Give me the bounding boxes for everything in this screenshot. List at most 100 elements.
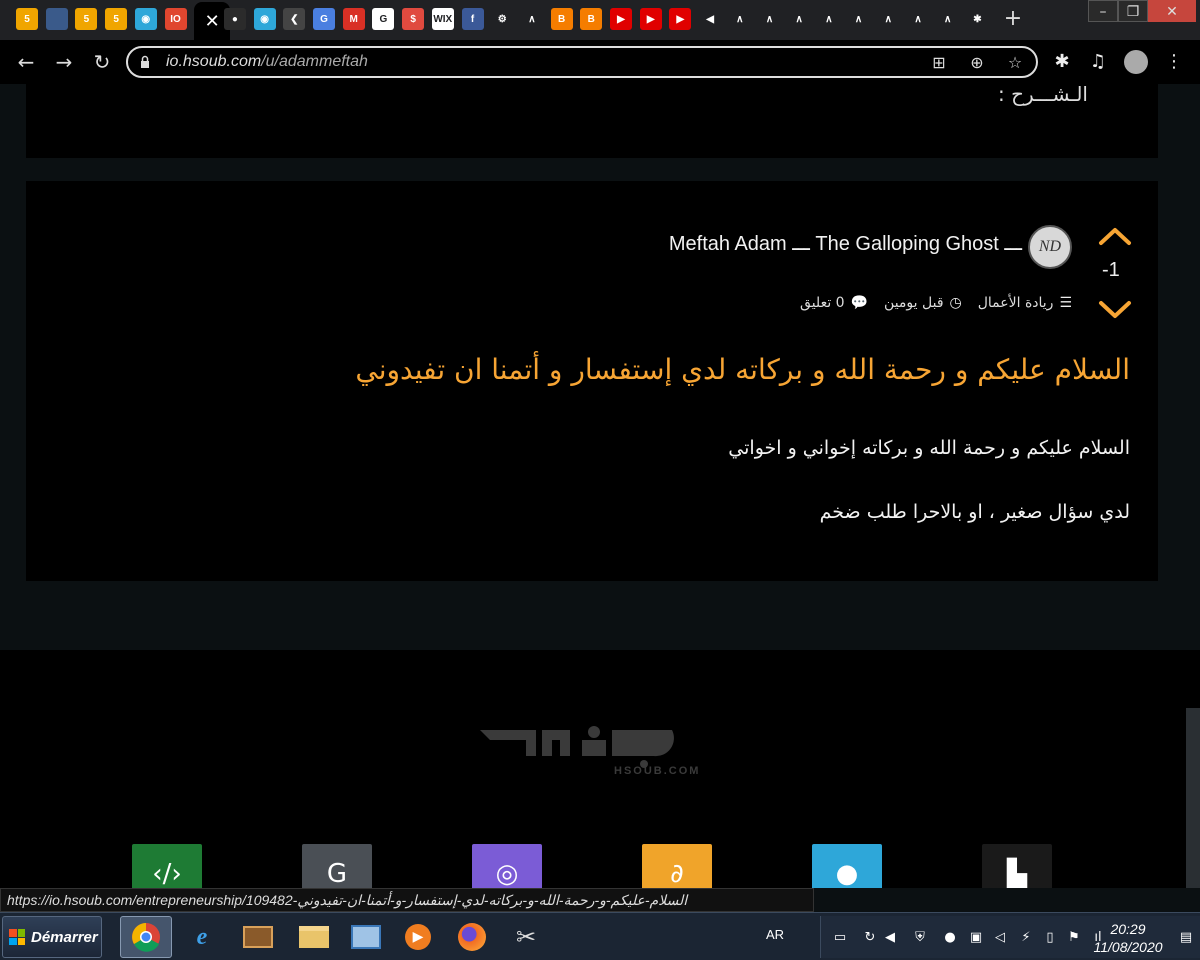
list-icon: ☰ bbox=[1059, 295, 1072, 311]
profile-avatar[interactable] bbox=[1124, 50, 1148, 74]
antivirus-icon[interactable]: ● bbox=[941, 929, 959, 947]
computer-taskbar-icon[interactable] bbox=[232, 916, 284, 958]
baaeed-icon[interactable]: ◎ bbox=[472, 844, 542, 888]
clock-date: 11/08/2020 bbox=[1093, 939, 1163, 955]
start-label: Démarrer bbox=[31, 928, 98, 946]
minimize-button[interactable]: – bbox=[1088, 0, 1118, 22]
language-indicator[interactable]: AR bbox=[766, 927, 784, 942]
tab-a-icon[interactable]: ∧ bbox=[728, 8, 751, 30]
tab-a-icon[interactable]: ∧ bbox=[788, 8, 811, 30]
volume-muted-icon[interactable]: ◀ bbox=[881, 929, 899, 947]
media-queue-icon[interactable]: ♫ bbox=[1086, 50, 1110, 74]
tab-google-icon[interactable]: G bbox=[372, 8, 395, 30]
comment-icon: 💬 bbox=[850, 295, 869, 311]
tab-a-icon[interactable]: ∧ bbox=[936, 8, 959, 30]
tab-a-icon[interactable]: ∧ bbox=[847, 8, 870, 30]
shield-icon[interactable]: ⛨ bbox=[911, 929, 929, 947]
reload-button[interactable]: ↻ bbox=[90, 50, 114, 74]
media-player-taskbar-icon[interactable]: ▶ bbox=[392, 916, 444, 958]
clock-time: 20:29 bbox=[1110, 921, 1146, 937]
downvote-icon[interactable] bbox=[1098, 299, 1132, 321]
tab-b5-icon[interactable]: 5 bbox=[75, 8, 98, 30]
network-icon[interactable]: ▭ bbox=[831, 929, 849, 947]
tab-youtube-icon[interactable]: ▶ bbox=[639, 8, 662, 30]
sync-icon[interactable]: ↻ bbox=[861, 929, 879, 947]
tab-blogger-icon[interactable]: B bbox=[550, 8, 573, 30]
flag-icon[interactable]: ⚑ bbox=[1065, 929, 1083, 947]
bookmark-star-icon[interactable]: ☆ bbox=[1004, 52, 1026, 74]
mostaql-icon[interactable]: ‹/› bbox=[132, 844, 202, 888]
firefox-taskbar-icon[interactable] bbox=[446, 916, 498, 958]
back-button[interactable]: ← bbox=[14, 50, 38, 74]
ana-icon[interactable]: ∂ bbox=[642, 844, 712, 888]
display-icon[interactable]: ▣ bbox=[967, 929, 985, 947]
clock[interactable]: 20:29 11/08/2020 bbox=[1083, 920, 1173, 956]
post-body-line: لدي سؤال صغير ، او بالاحرا طلب ضخم bbox=[819, 501, 1130, 523]
tab-wix-icon[interactable]: WIX bbox=[431, 8, 454, 30]
logo-subtitle: HSOUB.COM bbox=[614, 765, 700, 777]
tab-facebook-icon[interactable]: f bbox=[461, 8, 484, 30]
tab-blogger-icon[interactable]: B bbox=[580, 8, 603, 30]
previous-card-label: الـشـــرح : bbox=[998, 84, 1088, 106]
translate-icon[interactable]: ⊞ bbox=[928, 52, 950, 74]
tab-speaker-icon[interactable]: ◀ bbox=[699, 8, 722, 30]
tab-puzzle-icon[interactable]: ✱ bbox=[966, 8, 989, 30]
tab-site-icon[interactable] bbox=[45, 8, 68, 30]
hsoub-academy-icon[interactable]: ▙ bbox=[982, 844, 1052, 888]
url-path: /u/adammeftah bbox=[261, 53, 368, 70]
post-time: ◷ قبل يومين bbox=[884, 295, 962, 311]
tab-circle-app-icon[interactable]: ◉ bbox=[253, 8, 276, 30]
tab-circle-app-icon[interactable]: ◉ bbox=[134, 8, 157, 30]
tab-b5-icon[interactable]: 5 bbox=[105, 8, 128, 30]
tab-a-icon[interactable]: ∧ bbox=[817, 8, 840, 30]
new-tab-button[interactable]: + bbox=[1000, 6, 1026, 32]
comments-link[interactable]: 💬 0 تعليق bbox=[800, 295, 868, 311]
upvote-icon[interactable] bbox=[1098, 225, 1132, 247]
tab-b5-icon[interactable]: 5 bbox=[16, 8, 38, 30]
tab-youtube-icon[interactable]: ▶ bbox=[669, 8, 692, 30]
tab-dollar-icon[interactable]: $ bbox=[402, 8, 425, 30]
control-panel-taskbar-icon[interactable] bbox=[340, 916, 392, 958]
tab-youtube-icon[interactable]: ▶ bbox=[610, 8, 632, 30]
post-card: -1 ND Meftah Adam ـــ The Galloping Ghos… bbox=[26, 181, 1158, 581]
tab-a-icon[interactable]: ∧ bbox=[758, 8, 781, 30]
zoom-icon[interactable]: ⊕ bbox=[966, 52, 988, 74]
tab-khamsat-icon[interactable]: ❮ bbox=[283, 8, 306, 30]
start-button[interactable]: Démarrer bbox=[2, 916, 102, 958]
close-window-button[interactable]: ✕ bbox=[1148, 0, 1196, 22]
speaker-icon[interactable]: ◁ bbox=[991, 929, 1009, 947]
post-score: -1 bbox=[1102, 259, 1120, 281]
tab-io-icon[interactable]: IO bbox=[164, 8, 187, 30]
author-name[interactable]: Meftah Adam ـــ The Galloping Ghost ـــ bbox=[669, 231, 1022, 256]
forward-button[interactable]: → bbox=[52, 50, 76, 74]
community-link[interactable]: ☰ ريادة الأعمال bbox=[978, 295, 1072, 311]
extensions-icon[interactable]: ✱ bbox=[1050, 50, 1074, 74]
tab-a-icon[interactable]: ∧ bbox=[907, 8, 929, 30]
address-bar[interactable]: io.hsoub.com/u/adammeftah ⊞ ⊕ ☆ bbox=[126, 46, 1038, 78]
tab-translate-icon[interactable]: G bbox=[313, 8, 335, 30]
explorer-taskbar-icon[interactable] bbox=[288, 916, 340, 958]
show-desktop-icon[interactable]: ▤ bbox=[1177, 929, 1195, 947]
tab-gmail-icon[interactable]: M bbox=[342, 8, 365, 30]
ie-taskbar-icon[interactable]: e bbox=[176, 916, 228, 958]
power-icon[interactable]: ⚡ bbox=[1017, 929, 1035, 947]
url-host: io.hsoub.com bbox=[166, 53, 262, 70]
tab-a-icon[interactable]: ∧ bbox=[520, 8, 543, 30]
chrome-taskbar-icon[interactable] bbox=[120, 916, 172, 958]
scrollbar-thumb[interactable] bbox=[1186, 708, 1200, 888]
tab-a-icon[interactable]: ∧ bbox=[877, 8, 900, 30]
status-bar-url: https://io.hsoub.com/entrepreneurship/10… bbox=[0, 888, 814, 912]
khamsat-icon[interactable]: G bbox=[302, 844, 372, 888]
post-title[interactable]: السلام عليكم و رحمة الله و بركاته لدي إس… bbox=[355, 353, 1130, 386]
menu-icon[interactable]: ⋮ bbox=[1162, 50, 1186, 74]
hsoub-logo[interactable]: HSOUB.COM bbox=[472, 710, 712, 790]
snipping-tool-taskbar-icon[interactable]: ✂ bbox=[500, 916, 552, 958]
windows-logo-icon bbox=[9, 929, 25, 945]
tab-dot-icon[interactable]: ● bbox=[223, 8, 246, 30]
author-avatar[interactable]: ND bbox=[1028, 225, 1072, 269]
windows-taskbar: Démarrer e ▶ ✂ AR ▭ ↻ ◀ ⛨ ● ▣ ◁ ⚡ ▯ ⚑ ıl… bbox=[0, 912, 1200, 960]
usb-icon[interactable]: ▯ bbox=[1041, 929, 1059, 947]
tab-gear-icon[interactable]: ⚙ bbox=[491, 8, 514, 30]
restore-button[interactable]: ❐ bbox=[1118, 0, 1148, 22]
io-circle-icon[interactable]: ● bbox=[812, 844, 882, 888]
